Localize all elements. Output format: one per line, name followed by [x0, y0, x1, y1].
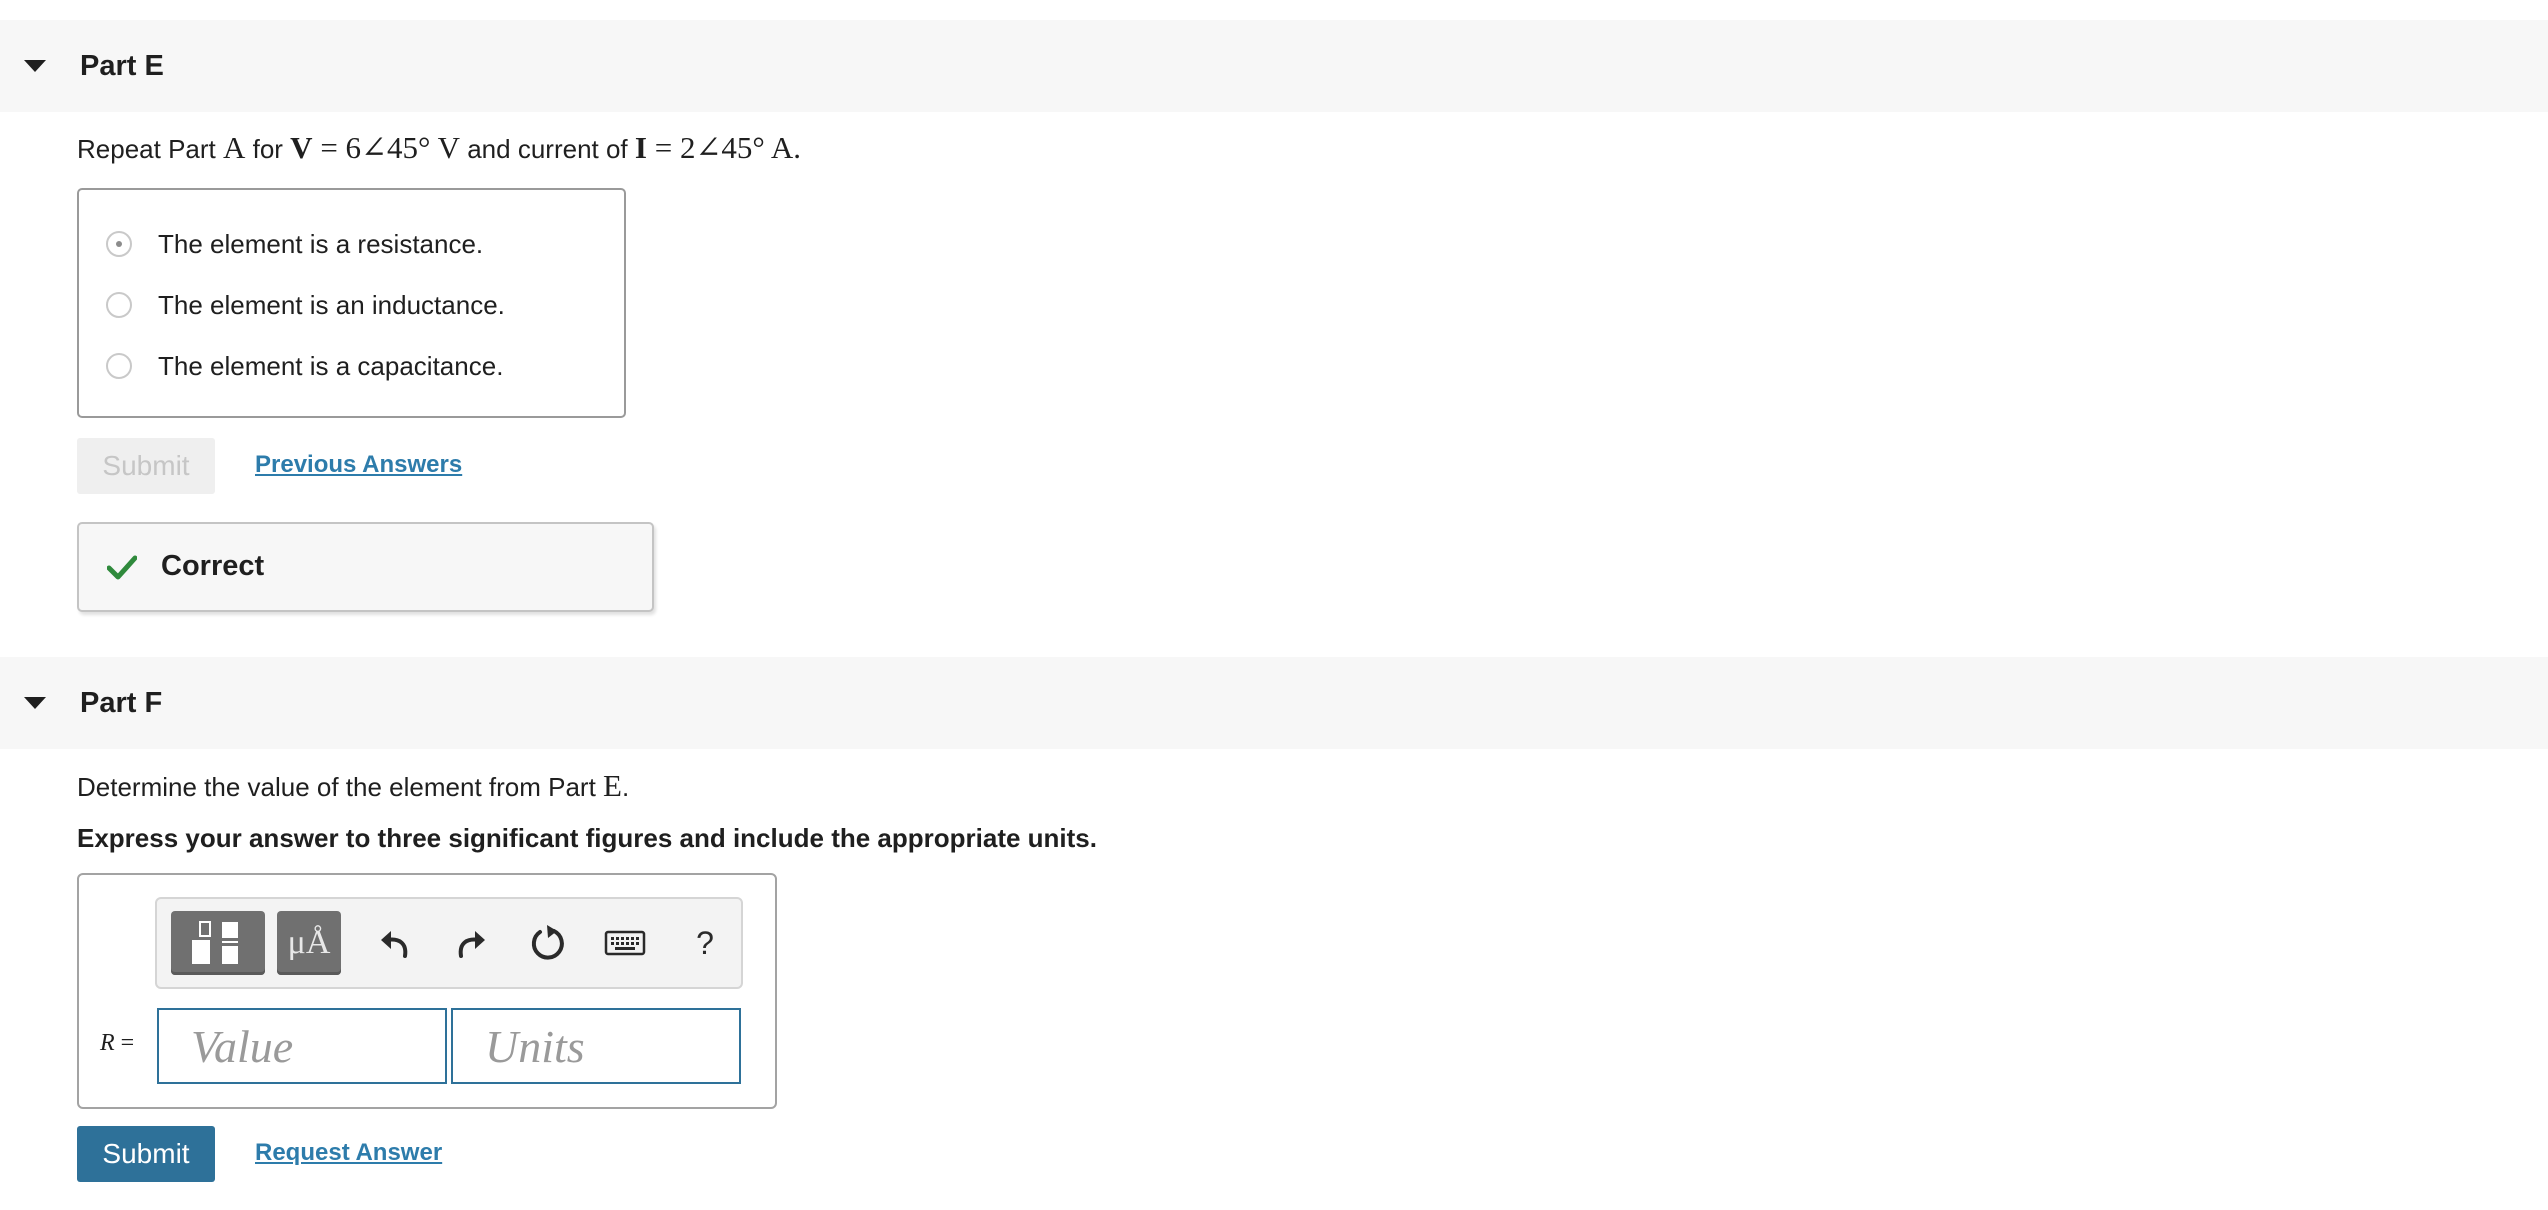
templates-button[interactable] [171, 911, 265, 975]
current-expression: = 2∠45° A. [646, 130, 801, 165]
answer-instruction: Express your answer to three significant… [77, 823, 1097, 853]
prompt-math: A [222, 130, 246, 165]
undo-button[interactable] [365, 911, 425, 975]
choice-label: The element is a capacitance. [158, 350, 504, 381]
answer-input-box: μÅ ? R = Value Units [77, 873, 777, 1109]
answer-variable-label: R = [100, 1030, 134, 1057]
part-e-prompt: Repeat Part A for V = 6∠45° V and curren… [77, 130, 801, 166]
units-button[interactable]: μÅ [277, 911, 341, 975]
redo-icon [458, 931, 485, 958]
feedback-text: Correct [161, 550, 265, 582]
radio-button-selected[interactable] [106, 231, 132, 257]
choice-label: The element is a resistance. [158, 228, 484, 259]
voltage-expression: = 6∠45° V [312, 130, 460, 165]
redo-button[interactable] [441, 911, 501, 975]
feedback-correct: Correct [77, 522, 654, 612]
voltage-symbol: V [290, 130, 313, 165]
previous-answers-link[interactable]: Previous Answers [255, 451, 462, 479]
prompt-text: Determine the value of the element from … [77, 772, 604, 802]
radio-button[interactable] [106, 353, 132, 379]
prompt-math: E [603, 768, 622, 803]
choice-label: The element is an inductance. [158, 289, 505, 320]
undo-icon [381, 931, 408, 958]
request-answer-link[interactable]: Request Answer [255, 1139, 442, 1167]
answer-variable: R [100, 1030, 115, 1056]
keyboard-button[interactable] [595, 911, 655, 975]
current-symbol: I [634, 130, 647, 165]
collapse-caret-icon[interactable] [24, 697, 46, 709]
part-e-header[interactable]: Part E [0, 20, 2548, 112]
part-f-prompt: Determine the value of the element from … [77, 768, 629, 804]
prompt-text: . [621, 772, 630, 802]
part-f-submit-button[interactable]: Submit [77, 1126, 215, 1182]
answer-choices: The element is a resistance. The element… [77, 188, 626, 418]
reset-icon [531, 925, 564, 960]
prompt-text: Repeat Part [77, 134, 223, 164]
part-e-title: Part E [80, 49, 164, 82]
answer-equals: = [114, 1030, 135, 1056]
value-input[interactable]: Value [157, 1008, 447, 1084]
fraction-template-icon [192, 921, 238, 964]
checkmark-icon [107, 555, 137, 580]
part-f-header[interactable]: Part F [0, 657, 2548, 749]
prompt-text: for [245, 134, 291, 164]
part-f-title: Part F [80, 686, 163, 719]
help-button[interactable]: ? [675, 911, 735, 975]
radio-button[interactable] [106, 292, 132, 318]
keyboard-icon [604, 930, 646, 956]
collapse-caret-icon[interactable] [24, 60, 46, 72]
math-toolbar: μÅ ? [155, 897, 743, 989]
units-input[interactable]: Units [451, 1008, 741, 1084]
part-e-submit-button[interactable]: Submit [77, 438, 215, 494]
prompt-text: and current of [460, 134, 635, 164]
reset-button[interactable] [518, 911, 578, 975]
